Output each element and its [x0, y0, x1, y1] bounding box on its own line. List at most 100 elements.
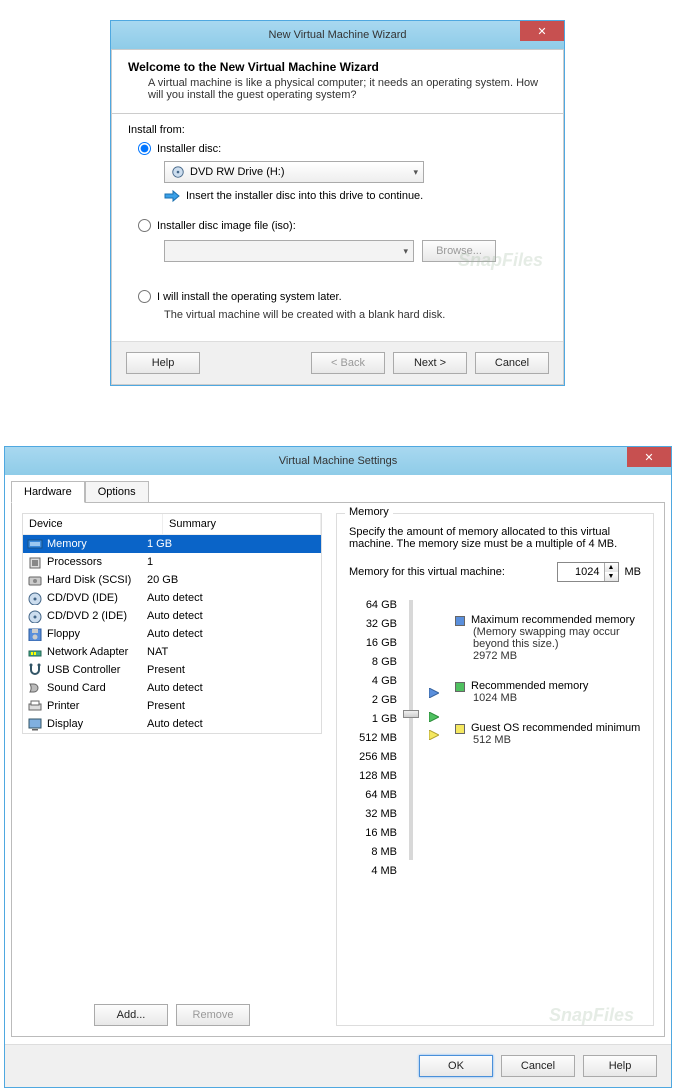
memory-input[interactable] — [558, 563, 604, 581]
radio-installer-disc[interactable] — [138, 142, 151, 155]
device-summary: Auto detect — [147, 718, 317, 730]
device-row[interactable]: FloppyAuto detect — [23, 625, 321, 643]
wizard-titlebar: New Virtual Machine Wizard ✕ — [111, 21, 564, 49]
memory-tick: 16 GB — [349, 634, 397, 653]
wizard-intro-text: A virtual machine is like a physical com… — [148, 77, 547, 101]
device-row[interactable]: Sound CardAuto detect — [23, 679, 321, 697]
device-icon — [27, 717, 43, 731]
device-row[interactable]: CD/DVD (IDE)Auto detect — [23, 589, 321, 607]
device-summary: NAT — [147, 646, 317, 658]
device-name: USB Controller — [47, 664, 120, 676]
remove-button[interactable]: Remove — [176, 1004, 250, 1026]
max-rec-value: 2972 MB — [473, 650, 641, 662]
wizard-intro: Welcome to the New Virtual Machine Wizar… — [112, 50, 563, 114]
help-button[interactable]: Help — [126, 352, 200, 374]
ok-button[interactable]: OK — [419, 1055, 493, 1077]
device-icon — [27, 681, 43, 695]
device-icon — [27, 663, 43, 677]
device-table-header: Device Summary — [23, 514, 321, 535]
install-from-label: Install from: — [128, 124, 547, 136]
help-button[interactable]: Help — [583, 1055, 657, 1077]
tab-options[interactable]: Options — [85, 481, 149, 503]
swatch-blue-icon — [455, 616, 465, 626]
chevron-down-icon: ▾ — [413, 167, 418, 178]
device-summary: Auto detect — [147, 592, 317, 604]
device-pane: Device Summary Memory1 GB Processors 1 Hard… — [22, 513, 322, 1026]
device-row[interactable]: Hard Disk (SCSI) 20 GB — [23, 571, 321, 589]
col-summary: Summary — [163, 514, 321, 534]
cancel-button[interactable]: Cancel — [501, 1055, 575, 1077]
memory-ticks: 64 GB32 GB16 GB8 GB4 GB2 GB1 GB512 MB256… — [349, 596, 397, 881]
max-marker-icon — [429, 688, 439, 699]
next-button[interactable]: Next > — [393, 352, 467, 374]
memory-tick: 1 GB — [349, 710, 397, 729]
disc-icon — [171, 165, 185, 179]
device-summary: 20 GB — [147, 574, 317, 586]
min-label: Guest OS recommended minimum — [471, 722, 640, 734]
device-row[interactable]: Display Auto detect — [23, 715, 321, 733]
device-name: Hard Disk (SCSI) — [47, 574, 131, 586]
device-row[interactable]: CD/DVD 2 (IDE)Auto detect — [23, 607, 321, 625]
device-summary: Auto detect — [147, 628, 317, 640]
device-icon — [27, 591, 43, 605]
device-summary: 1 — [147, 556, 317, 568]
device-name: Memory — [47, 538, 87, 550]
drive-dropdown[interactable]: DVD RW Drive (H:) ▾ — [164, 161, 424, 183]
drive-label: DVD RW Drive (H:) — [190, 166, 285, 178]
browse-button[interactable]: Browse... — [422, 240, 496, 262]
back-button[interactable]: < Back — [311, 352, 385, 374]
memory-slider-thumb[interactable] — [403, 710, 419, 718]
device-icon — [27, 555, 43, 569]
min-value: 512 MB — [473, 734, 641, 746]
device-row[interactable]: USB Controller Present — [23, 661, 321, 679]
close-icon: ✕ — [537, 25, 546, 38]
memory-tick: 256 MB — [349, 748, 397, 767]
tab-hardware[interactable]: Hardware — [11, 481, 85, 503]
max-rec-note: (Memory swapping may occur beyond this s… — [473, 626, 641, 650]
memory-legend: Maximum recommended memory (Memory swapp… — [425, 596, 641, 881]
memory-tick: 32 MB — [349, 805, 397, 824]
min-marker-icon — [429, 730, 439, 741]
memory-unit: MB — [625, 566, 642, 578]
device-summary: Present — [147, 664, 317, 676]
close-button[interactable]: ✕ — [627, 447, 671, 467]
device-name: Processors — [47, 556, 102, 568]
settings-title: Virtual Machine Settings — [279, 455, 397, 467]
col-device: Device — [23, 514, 163, 534]
device-icon — [27, 645, 43, 659]
device-summary: Auto detect — [147, 682, 317, 694]
memory-tick: 16 MB — [349, 824, 397, 843]
spinner-up-icon[interactable]: ▲ — [605, 563, 618, 572]
close-button[interactable]: ✕ — [520, 21, 564, 41]
memory-slider-track[interactable] — [409, 600, 413, 860]
add-button[interactable]: Add... — [94, 1004, 168, 1026]
radio-iso[interactable] — [138, 219, 151, 232]
radio-iso-label: Installer disc image file (iso): — [157, 220, 296, 232]
memory-input-label: Memory for this virtual machine: — [349, 566, 505, 578]
radio-later-label: I will install the operating system late… — [157, 291, 342, 303]
device-name: Display — [47, 718, 83, 730]
settings-titlebar: Virtual Machine Settings ✕ — [5, 447, 671, 475]
radio-later[interactable] — [138, 290, 151, 303]
memory-tick: 64 MB — [349, 786, 397, 805]
cancel-button[interactable]: Cancel — [475, 352, 549, 374]
device-name: Network Adapter — [47, 646, 128, 658]
device-row[interactable]: Memory1 GB — [23, 535, 321, 553]
close-icon: ✕ — [644, 451, 653, 464]
iso-path-dropdown[interactable]: ▾ — [164, 240, 414, 262]
device-icon — [27, 609, 43, 623]
memory-tick: 512 MB — [349, 729, 397, 748]
memory-tick: 32 GB — [349, 615, 397, 634]
memory-tick: 4 GB — [349, 672, 397, 691]
memory-pane: Memory Specify the amount of memory allo… — [336, 513, 654, 1026]
max-rec-label: Maximum recommended memory — [471, 614, 635, 626]
memory-spinner[interactable]: ▲ ▼ — [557, 562, 619, 582]
device-row[interactable]: PrinterPresent — [23, 697, 321, 715]
device-row[interactable]: Processors 1 — [23, 553, 321, 571]
device-icon — [27, 537, 43, 551]
later-note: The virtual machine will be created with… — [164, 309, 547, 321]
memory-description: Specify the amount of memory allocated t… — [349, 526, 641, 550]
swatch-green-icon — [455, 682, 465, 692]
device-row[interactable]: Network Adapter NAT — [23, 643, 321, 661]
spinner-down-icon[interactable]: ▼ — [605, 572, 618, 581]
